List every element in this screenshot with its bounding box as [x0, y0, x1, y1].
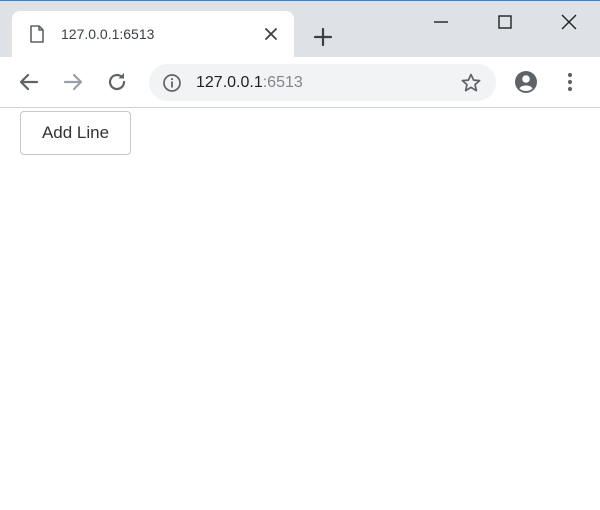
- browser-toolbar: 127.0.0.1:6513: [0, 57, 600, 108]
- url-port: :6513: [262, 74, 303, 91]
- more-vert-icon[interactable]: [558, 69, 582, 95]
- url-text[interactable]: 127.0.0.1:6513: [196, 73, 303, 92]
- maximize-icon[interactable]: [494, 11, 516, 33]
- reload-icon[interactable]: [105, 70, 129, 94]
- tab-strip: 127.0.0.1:6513: [0, 1, 600, 58]
- close-icon[interactable]: [262, 25, 280, 43]
- page-content: Add Line: [0, 108, 600, 510]
- address-bar[interactable]: 127.0.0.1:6513: [149, 64, 496, 101]
- add-line-button[interactable]: Add Line: [20, 111, 131, 155]
- page-icon: [30, 25, 44, 43]
- tab-title: 127.0.0.1:6513: [61, 26, 155, 42]
- arrow-right-icon[interactable]: [61, 70, 85, 94]
- account-icon[interactable]: [513, 69, 539, 95]
- minimize-icon[interactable]: [430, 11, 452, 33]
- window-close-icon[interactable]: [558, 11, 580, 33]
- new-tab-plus-icon[interactable]: [311, 25, 335, 49]
- arrow-left-icon[interactable]: [17, 70, 41, 94]
- url-host: 127.0.0.1: [196, 74, 263, 91]
- info-icon[interactable]: [162, 73, 182, 93]
- browser-window: 127.0.0.1:6513 127.0.0.1:6513 Add Line: [0, 0, 600, 510]
- tab-active[interactable]: 127.0.0.1:6513: [12, 11, 294, 58]
- star-icon[interactable]: [460, 72, 482, 94]
